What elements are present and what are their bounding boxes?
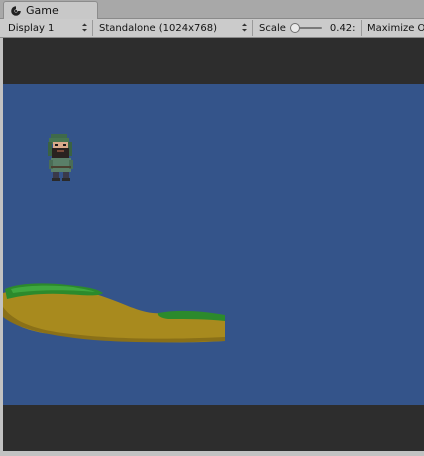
scale-value: 0.42:: [329, 22, 356, 34]
display-dropdown[interactable]: Display 1: [4, 20, 93, 36]
scale-slider-thumb[interactable]: [289, 23, 300, 33]
game-viewport[interactable]: [3, 38, 424, 451]
game-toolbar: Display 1 Standalone (1024x768) Scale 0.…: [0, 19, 424, 38]
scale-control: Scale 0.42:: [254, 20, 362, 36]
letterbox-bottom: [3, 405, 424, 451]
dropdown-arrows-icon: [82, 23, 87, 32]
window-titlebar: Game: [0, 0, 424, 19]
dropdown-arrows-icon: [242, 23, 247, 32]
resolution-dropdown[interactable]: Standalone (1024x768): [95, 20, 253, 36]
scale-label: Scale: [259, 22, 286, 34]
tab-game[interactable]: Game: [3, 1, 98, 19]
game-view-icon: [11, 5, 21, 16]
scale-slider[interactable]: [289, 23, 322, 33]
letterbox-top: [3, 38, 424, 84]
player-character-sprite: [48, 134, 73, 181]
display-dropdown-label: Display 1: [8, 22, 55, 34]
tab-label: Game: [26, 4, 59, 17]
maximize-label: Maximize O: [367, 22, 424, 34]
resolution-dropdown-label: Standalone (1024x768): [99, 22, 218, 34]
ground-platform: [3, 283, 225, 343]
maximize-on-play-toggle[interactable]: Maximize O: [363, 20, 424, 36]
panel-bottom-edge: [0, 451, 424, 456]
